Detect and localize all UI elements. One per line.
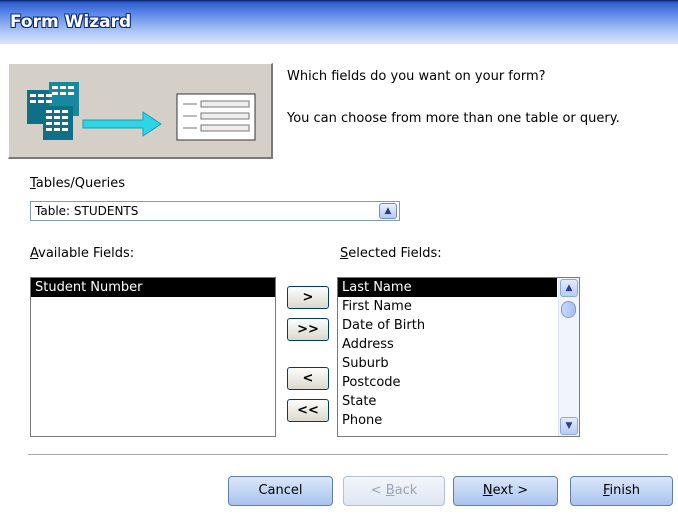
tables-to-form-icon	[27, 82, 256, 141]
available-fields-label: Available Fields:	[30, 246, 135, 261]
list-item[interactable]: Date of Birth	[338, 316, 557, 335]
wizard-illustration	[8, 63, 273, 159]
scroll-thumb[interactable]	[561, 301, 576, 318]
add-field-button[interactable]: >	[287, 286, 329, 309]
list-item[interactable]: Suburb	[338, 354, 557, 373]
selected-fields-label: Selected Fields:	[340, 246, 442, 261]
intro-hint: You can choose from more than one table …	[287, 111, 620, 126]
remove-all-fields-button[interactable]: <<	[287, 399, 329, 422]
remove-field-button[interactable]: <	[287, 367, 329, 390]
selected-fields-list[interactable]: Last Name First Name Date of Birth Address S…	[337, 277, 580, 437]
intro-question: Which fields do you want on your form?	[287, 69, 546, 84]
tables-queries-combo[interactable]: Table: STUDENTS ▲	[30, 201, 400, 221]
list-item[interactable]: Phone	[338, 411, 557, 430]
list-item[interactable]: Last Name	[338, 278, 557, 297]
scroll-up-icon[interactable]: ▲	[560, 279, 578, 297]
list-item[interactable]: First Name	[338, 297, 557, 316]
next-button[interactable]: Next >	[453, 476, 558, 506]
add-all-fields-button[interactable]: >>	[287, 318, 329, 341]
window-title: Form Wizard	[10, 12, 132, 32]
available-fields-list[interactable]: Student Number	[30, 277, 276, 437]
list-item[interactable]: State	[338, 392, 557, 411]
list-item[interactable]: Postcode	[338, 373, 557, 392]
selected-fields-scrollbar[interactable]: ▲ ▼	[558, 278, 579, 436]
tables-queries-value: Table: STUDENTS	[35, 204, 139, 218]
tables-queries-label: Tables/Queries	[30, 176, 125, 191]
finish-button[interactable]: Finish	[570, 476, 673, 506]
title-bar: Form Wizard	[0, 0, 678, 44]
combo-dropdown-button[interactable]: ▲	[379, 203, 397, 219]
list-item[interactable]: Student Number	[31, 278, 275, 297]
footer-divider	[28, 454, 668, 456]
cancel-button[interactable]: Cancel	[228, 476, 333, 506]
list-item[interactable]: Address	[338, 335, 557, 354]
back-button[interactable]: < Back	[343, 476, 445, 506]
scroll-down-icon[interactable]: ▼	[560, 417, 578, 435]
